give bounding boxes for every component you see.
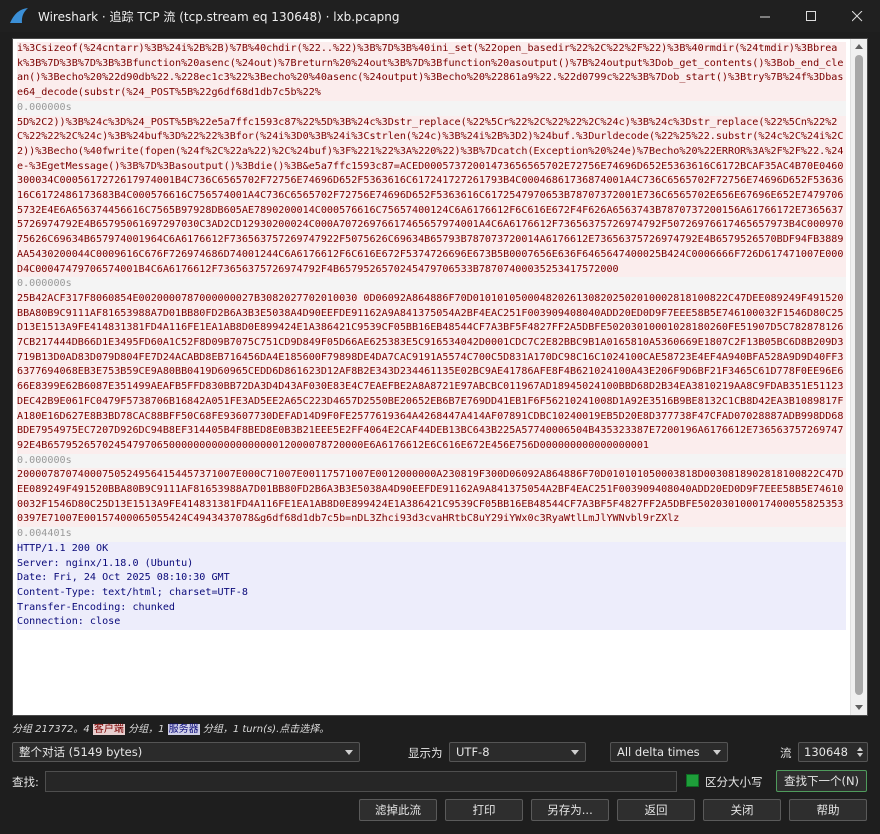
find-next-button[interactable]: 查找下一个(N) <box>776 770 867 792</box>
close-window-button[interactable] <box>834 0 880 32</box>
stream-label: 流 <box>780 746 792 760</box>
find-input[interactable] <box>45 771 677 792</box>
conversation-select[interactable]: 整个对话 (5149 bytes) <box>12 742 360 762</box>
vertical-scrollbar[interactable] <box>850 39 867 715</box>
delta-times-select[interactable]: All delta times <box>610 742 728 762</box>
delta-time: 0.004401s <box>17 527 846 542</box>
back-button[interactable]: 返回 <box>617 799 695 821</box>
delta-time: 0.000000s <box>17 453 846 469</box>
scroll-thumb[interactable] <box>855 55 863 695</box>
title-bar: Wireshark · 追踪 TCP 流 (tcp.stream eq 1306… <box>0 0 880 32</box>
stream-text-view[interactable]: i%3Csizeof(%24cntarr)%3B%24i%2B%2B)%7B%4… <box>12 38 868 716</box>
maximize-icon <box>805 10 816 21</box>
client-payload-block[interactable]: 5D%2C2))%3B%24c%3D%24_POST%5B%22e5a7ffc1… <box>17 115 846 278</box>
print-button[interactable]: 打印 <box>445 799 523 821</box>
client-payload-block[interactable]: 25B42ACF317F8060854E0020000787000000027B… <box>17 291 846 454</box>
server-tag: 服务器 <box>167 724 200 735</box>
delta-time: 0.000000s <box>17 277 846 292</box>
close-button[interactable]: 关闭 <box>703 799 781 821</box>
show-as-select-value: UTF-8 <box>456 745 490 759</box>
save-as-button[interactable]: 另存为... <box>531 799 609 821</box>
scroll-down-arrow-icon[interactable] <box>855 705 863 710</box>
show-as-select[interactable]: UTF-8 <box>449 742 586 762</box>
wireshark-fin-icon <box>10 8 28 23</box>
status-middle: 分组，1 <box>124 724 168 735</box>
show-as-label: 显示为 <box>408 746 443 760</box>
case-sensitive-checkbox[interactable] <box>686 774 699 787</box>
help-button[interactable]: 帮助 <box>789 799 867 821</box>
stream-number-value: 130648 <box>804 745 848 759</box>
delta-times-select-value: All delta times <box>617 745 700 759</box>
spin-down-icon[interactable] <box>857 753 863 757</box>
chevron-down-icon <box>345 750 353 755</box>
status-prefix: 分组 217372。4 <box>12 724 93 735</box>
conversation-select-value: 整个对话 (5149 bytes) <box>19 745 143 759</box>
delta-time: 0.000000s <box>17 100 846 116</box>
server-response-block[interactable]: HTTP/1.1 200 OK Server: nginx/1.18.0 (Ub… <box>17 541 846 631</box>
minimize-icon <box>759 16 770 17</box>
case-sensitive-label: 区分大小写 <box>705 775 763 789</box>
stream-content[interactable]: i%3Csizeof(%24cntarr)%3B%24i%2B%2B)%7B%4… <box>17 42 846 631</box>
client-payload-block[interactable]: i%3Csizeof(%24cntarr)%3B%24i%2B%2B)%7B%4… <box>17 42 846 101</box>
client-tag: 客户端 <box>92 724 125 735</box>
scroll-up-arrow-icon[interactable] <box>855 44 863 49</box>
stream-status-text: 分组 217372。4 客户端 分组，1 服务器 分组，1 turn(s).点击… <box>12 720 329 735</box>
chevron-down-icon <box>713 750 721 755</box>
filter-out-stream-button[interactable]: 滤掉此流 <box>359 799 437 821</box>
find-label: 查找: <box>12 775 39 789</box>
stream-number-spinbox[interactable]: 130648 <box>798 742 868 762</box>
chevron-down-icon <box>571 750 579 755</box>
window-title: Wireshark · 追踪 TCP 流 (tcp.stream eq 1306… <box>38 9 400 24</box>
minimize-button[interactable] <box>742 0 788 32</box>
client-payload-block[interactable]: 200007870740007505249564154457371007E000… <box>17 468 846 528</box>
close-icon <box>851 10 862 21</box>
status-suffix: 分组，1 turn(s).点击选择。 <box>199 724 330 735</box>
maximize-button[interactable] <box>788 0 834 32</box>
spin-up-icon[interactable] <box>857 747 863 751</box>
